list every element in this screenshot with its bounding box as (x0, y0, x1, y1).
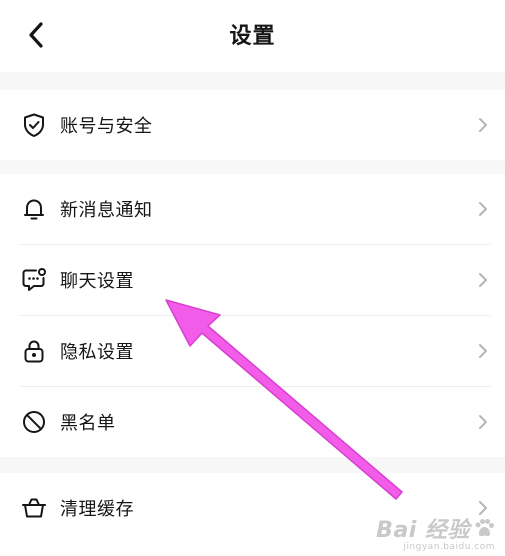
settings-item-chat-settings[interactable]: 聊天设置 (0, 245, 505, 315)
settings-item-new-message-notification[interactable]: 新消息通知 (0, 174, 505, 244)
chevron-right-icon (475, 200, 491, 218)
page-title: 设置 (229, 24, 276, 49)
settings-item-label: 隐私设置 (60, 342, 134, 363)
section-gap (0, 72, 505, 90)
block-icon (20, 408, 48, 436)
settings-item-label: 清理缓存 (60, 499, 134, 520)
settings-item-privacy-settings[interactable]: 隐私设置 (0, 316, 505, 386)
chevron-right-icon (475, 271, 491, 289)
basket-icon (20, 494, 48, 522)
settings-item-account-security[interactable]: 账号与安全 (0, 90, 505, 160)
section-gap (0, 160, 505, 174)
chevron-right-icon (475, 413, 491, 431)
paw-icon (475, 519, 494, 537)
settings-item-blacklist[interactable]: 黑名单 (0, 387, 505, 457)
chevron-right-icon (475, 116, 491, 134)
watermark-brand: Bai 经验 (376, 512, 495, 544)
chevron-right-icon (475, 342, 491, 360)
shield-check-icon (20, 111, 48, 139)
bell-icon (20, 195, 48, 223)
chat-bubble-icon (20, 266, 48, 294)
baidu-watermark: Bai 经验 jingyan.baidu.com (376, 512, 495, 552)
nav-header: 设置 (0, 0, 505, 72)
settings-item-label: 黑名单 (60, 413, 116, 434)
section-gap (0, 457, 505, 473)
settings-item-label: 新消息通知 (60, 200, 153, 221)
settings-item-label: 聊天设置 (60, 271, 134, 292)
settings-item-label: 账号与安全 (60, 116, 153, 137)
lock-icon (20, 337, 48, 365)
